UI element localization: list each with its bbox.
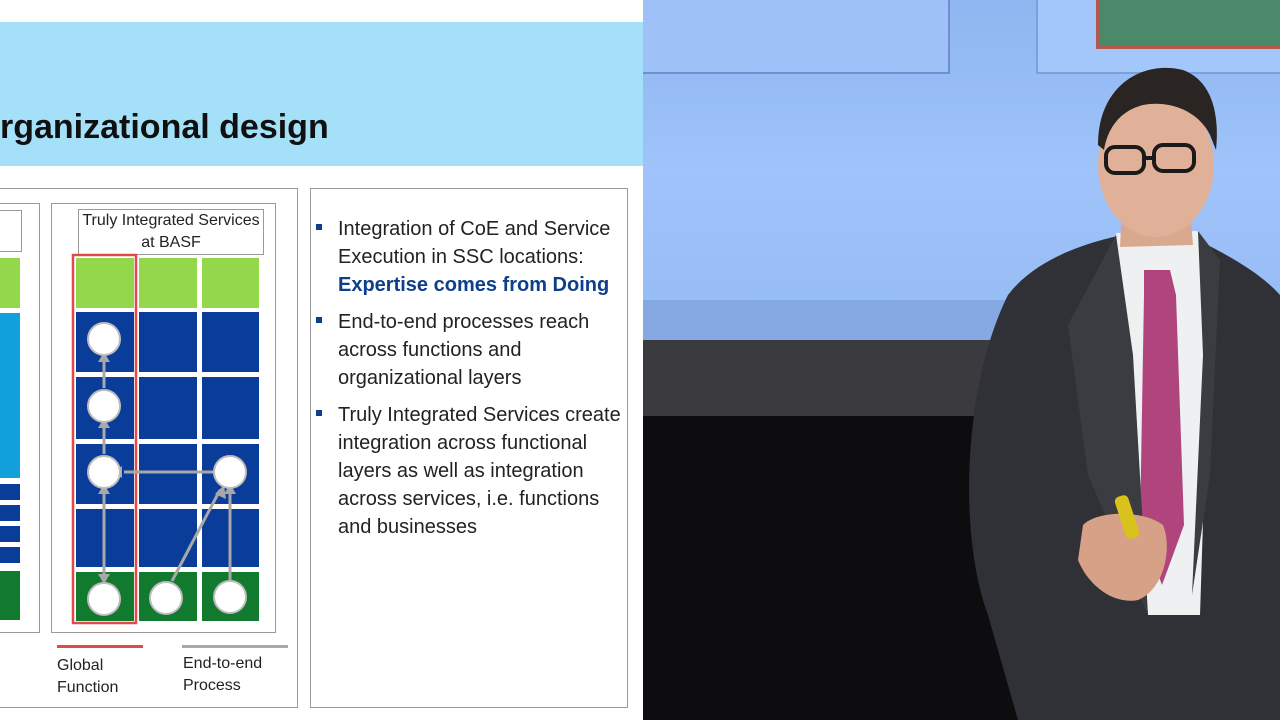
legend-global-function: Global Function: [57, 657, 119, 696]
left-bar: [0, 484, 20, 500]
bullet-item: End-to-end processes reach across functi…: [316, 308, 622, 392]
screen-highlight-box: [1096, 0, 1280, 49]
bullet-list: Integration of CoE and Service Execution…: [316, 215, 622, 550]
presentation-slide: rganizational design Truly Integrated Se…: [0, 0, 643, 720]
bullet-square-icon: [316, 410, 322, 416]
bullet-item: Truly Integrated Services create integra…: [316, 401, 622, 541]
grid-top-cell: [76, 258, 134, 308]
left-bar: [0, 505, 20, 521]
bullet-item: Integration of CoE and Service Execution…: [316, 215, 622, 299]
bullet-highlight: Expertise comes from Doing: [338, 274, 610, 296]
legend-end-to-end-process: End-to-end Process: [183, 655, 263, 694]
left-bar: [0, 526, 20, 542]
bullet-square-icon: [316, 317, 322, 323]
left-bar: [0, 547, 20, 563]
left-mid-block: [0, 313, 20, 478]
speaker-video-feed: [643, 0, 1280, 720]
bullet-text: Truly Integrated Services create integra…: [338, 404, 621, 538]
bullet-text: End-to-end processes reach across functi…: [338, 311, 590, 389]
grid-top-cell: [139, 258, 197, 308]
legend-process-swatch: [182, 645, 288, 648]
bullet-text: Integration of CoE and Service Execution…: [338, 218, 611, 268]
speaker-figure: [969, 67, 1280, 720]
grid-top-cell: [202, 258, 259, 308]
left-top-block: [0, 258, 20, 308]
legend-global-swatch: [57, 645, 143, 648]
bullet-square-icon: [316, 224, 322, 230]
left-bottom-block: [0, 571, 20, 620]
screen-panel: [643, 0, 950, 74]
